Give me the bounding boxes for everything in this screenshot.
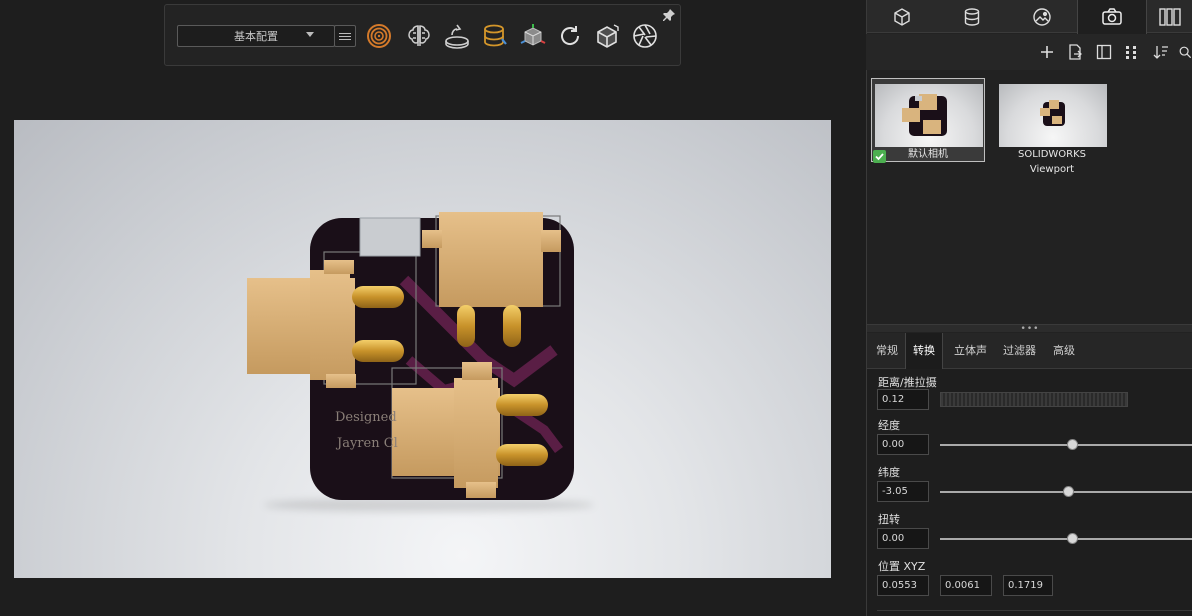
pcb-model xyxy=(247,212,574,500)
tab-general[interactable]: 常规 xyxy=(869,333,905,369)
properties-tabs: 常规 转换 立体声 过滤器 高级 xyxy=(867,333,1192,369)
model-axes-icon[interactable] xyxy=(518,21,548,51)
material-icon[interactable] xyxy=(480,21,510,51)
brain-icon[interactable] xyxy=(404,21,434,51)
camera-thumb-default[interactable]: 默认相机 xyxy=(871,78,985,163)
tab-models[interactable] xyxy=(867,0,937,33)
latitude-field[interactable]: -3.05 xyxy=(877,481,929,502)
panels-icon xyxy=(1159,7,1181,26)
camera-preview xyxy=(875,84,983,147)
tab-advanced[interactable]: 高级 xyxy=(1046,333,1082,369)
environment-icon xyxy=(1033,7,1051,26)
render-rings-icon[interactable] xyxy=(364,21,394,51)
render-viewport[interactable]: Designed Jayren Cl xyxy=(14,120,831,578)
configuration-list-button[interactable] xyxy=(334,25,356,47)
layout-icon[interactable] xyxy=(1095,43,1113,61)
twist-slider-knob[interactable] xyxy=(1067,533,1078,544)
transform-properties: 距离/推拉摄 0.12 经度 0.00 纬度 -3.05 扭转 0.00 位置 … xyxy=(867,369,1192,616)
cube-icon xyxy=(894,7,910,26)
longitude-slider[interactable] xyxy=(940,444,1192,446)
camera-icon xyxy=(1102,8,1122,25)
pin-icon[interactable] xyxy=(662,7,676,21)
chevron-down-icon xyxy=(306,32,314,37)
camera-label: 默认相机 xyxy=(908,149,948,160)
tab-cameras[interactable] xyxy=(1077,0,1147,34)
configuration-select-value: 基本配置 xyxy=(234,30,278,43)
export-icon[interactable] xyxy=(1066,43,1084,61)
tab-transform[interactable]: 转换 xyxy=(905,333,943,369)
render-toolbar: 基本配置 xyxy=(164,4,681,66)
twist-slider[interactable] xyxy=(940,538,1192,540)
cube-icon[interactable] xyxy=(592,21,622,51)
longitude-slider-knob[interactable] xyxy=(1067,439,1078,450)
check-icon xyxy=(873,148,886,163)
side-tabs xyxy=(867,0,1192,34)
model-text-line1: Designed xyxy=(335,410,397,425)
position-x-field[interactable]: 0.0553 xyxy=(877,575,929,596)
app-window: 基本配置 Designed Jayren Cl 默认相机 SOLIDWORKS … xyxy=(0,0,1192,616)
camera-thumb-solidworks[interactable]: SOLIDWORKS Viewport xyxy=(995,78,1109,175)
twist-label: 扭转 xyxy=(878,513,900,526)
side-panel: 默认相机 SOLIDWORKS Viewport ••• 常规 转换 立体声 过… xyxy=(866,0,1192,616)
tab-scene-tree[interactable] xyxy=(937,0,1007,33)
longitude-label: 经度 xyxy=(878,419,900,432)
database-icon xyxy=(964,7,980,26)
turntable-icon[interactable] xyxy=(442,21,472,51)
aperture-icon[interactable] xyxy=(630,21,660,51)
camera-label: SOLIDWORKS Viewport xyxy=(1017,149,1087,175)
distance-field[interactable]: 0.12 xyxy=(877,389,929,410)
camera-preview xyxy=(999,84,1107,147)
workspace: 基本配置 Designed Jayren Cl xyxy=(0,0,866,616)
panel-splitter[interactable]: ••• xyxy=(867,323,1192,334)
position-z-field[interactable]: 0.1719 xyxy=(1003,575,1053,596)
latitude-label: 纬度 xyxy=(878,466,900,479)
sort-icon[interactable] xyxy=(1152,43,1170,61)
camera-list: 默认相机 SOLIDWORKS Viewport xyxy=(867,72,1192,324)
tab-panels[interactable] xyxy=(1147,0,1192,33)
latitude-slider-knob[interactable] xyxy=(1063,486,1074,497)
model-text-line2: Jayren Cl xyxy=(337,436,398,451)
grid-icon[interactable] xyxy=(1123,43,1141,61)
camera-actions xyxy=(866,34,1192,70)
divider xyxy=(877,610,1192,611)
search-icon[interactable] xyxy=(1178,43,1192,61)
refresh-icon[interactable] xyxy=(555,21,585,51)
splitter-dots: ••• xyxy=(1020,323,1040,334)
distance-label: 距离/推拉摄 xyxy=(878,376,937,389)
position-y-field[interactable]: 0.0061 xyxy=(940,575,992,596)
configuration-select[interactable]: 基本配置 xyxy=(177,25,335,47)
longitude-field[interactable]: 0.00 xyxy=(877,434,929,455)
twist-field[interactable]: 0.00 xyxy=(877,528,929,549)
tab-stereo[interactable]: 立体声 xyxy=(947,333,994,369)
tab-filters[interactable]: 过滤器 xyxy=(996,333,1043,369)
plus-icon[interactable] xyxy=(1038,43,1056,61)
position-label: 位置 XYZ xyxy=(878,560,926,573)
tab-environment[interactable] xyxy=(1007,0,1077,33)
distance-jog-slider[interactable] xyxy=(940,392,1128,407)
